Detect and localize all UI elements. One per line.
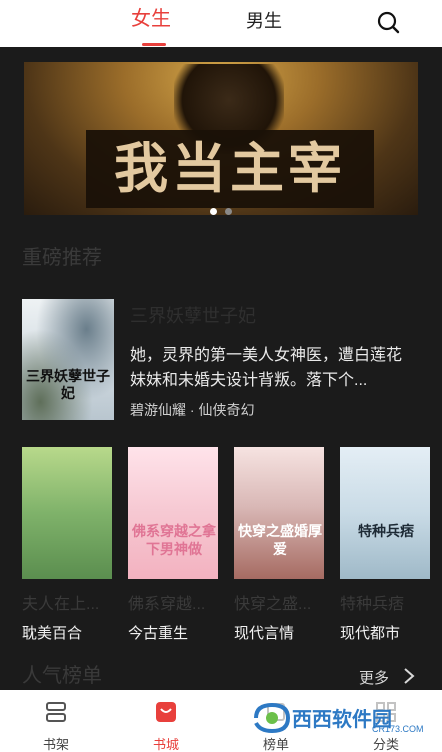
book-category: 耽美百合 bbox=[22, 625, 83, 642]
book-card[interactable]: 佛系穿越之拿下男神做 佛系穿越... 今古重生 bbox=[128, 447, 218, 643]
bookstore-icon bbox=[156, 702, 176, 722]
carousel-dot bbox=[225, 208, 233, 215]
book-card[interactable]: 特种兵痞 特种兵痞 现代都市 bbox=[340, 447, 430, 643]
book-title: 特种兵痞 bbox=[340, 596, 405, 613]
banner-title: 我当主宰 bbox=[114, 136, 346, 200]
book-cover-text: 特种兵痞 bbox=[358, 524, 414, 540]
book-title: 夫人在上... bbox=[22, 596, 100, 613]
nav-label: 分类 bbox=[372, 737, 399, 752]
featured-cover-text: 三界妖孽世子妃 bbox=[26, 369, 110, 402]
book-category: 今古重生 bbox=[128, 625, 189, 642]
more-link[interactable]: 更多 bbox=[359, 667, 389, 688]
chevron-right-icon[interactable] bbox=[402, 667, 416, 685]
banner-carousel[interactable]: 我当主宰 bbox=[24, 62, 418, 215]
carousel-dot-active bbox=[210, 208, 217, 215]
book-cover: 特种兵痞 bbox=[340, 447, 430, 579]
book-cover-text: 佛系穿越之拿下男神做 bbox=[132, 524, 216, 558]
book-title: 快穿之盛... bbox=[234, 596, 312, 613]
book-cover bbox=[22, 447, 112, 579]
book-cover: 佛系穿越之拿下男神做 bbox=[128, 447, 218, 579]
bookshelf-icon bbox=[46, 702, 66, 722]
book-card[interactable]: 夫人在上... 耽美百合 bbox=[22, 447, 112, 643]
section-title-featured: 重磅推荐 bbox=[22, 247, 102, 269]
active-tab-indicator bbox=[142, 43, 166, 46]
featured-book-cover[interactable]: 三界妖孽世子妃 bbox=[22, 299, 114, 420]
featured-book-meta: 碧游仙耀 · 仙侠奇幻 bbox=[130, 402, 255, 418]
nav-label: 书城 bbox=[152, 737, 179, 752]
book-cover-text: 快穿之盛婚厚爱 bbox=[238, 524, 322, 558]
book-cover: 快穿之盛婚厚爱 bbox=[234, 447, 324, 579]
nav-label: 书架 bbox=[42, 737, 69, 752]
watermark-logo-icon bbox=[254, 702, 291, 734]
featured-book-description: 她，灵界的第一美人女神医，遭白莲花妹妹和未婚夫设计背叛。落下个... bbox=[130, 347, 403, 389]
section-title-popular: 人气榜单 bbox=[22, 665, 102, 687]
nav-bookstore[interactable]: 书城 bbox=[136, 700, 196, 752]
book-card[interactable]: 快穿之盛婚厚爱 快穿之盛... 现代言情 bbox=[234, 447, 324, 643]
top-tab-bar: 女生 男生 bbox=[0, 0, 442, 47]
nav-bookshelf[interactable]: 书架 bbox=[26, 700, 86, 752]
book-category: 现代言情 bbox=[234, 625, 295, 642]
watermark-subtext: CR173.COM bbox=[372, 724, 424, 734]
carousel-dots bbox=[210, 202, 236, 215]
book-title: 佛系穿越... bbox=[128, 596, 206, 613]
tab-female[interactable]: 女生 bbox=[131, 6, 171, 32]
tab-male[interactable]: 男生 bbox=[246, 8, 282, 34]
main-content: 我当主宰 重磅推荐 三界妖孽世子妃 三界妖孽世子妃 她，灵界的第一美人女神医，遭… bbox=[0, 47, 442, 690]
book-category: 现代都市 bbox=[340, 625, 401, 642]
nav-label: 榜单 bbox=[262, 737, 289, 752]
search-icon[interactable] bbox=[376, 10, 400, 34]
featured-book-title[interactable]: 三界妖孽世子妃 bbox=[130, 302, 256, 328]
